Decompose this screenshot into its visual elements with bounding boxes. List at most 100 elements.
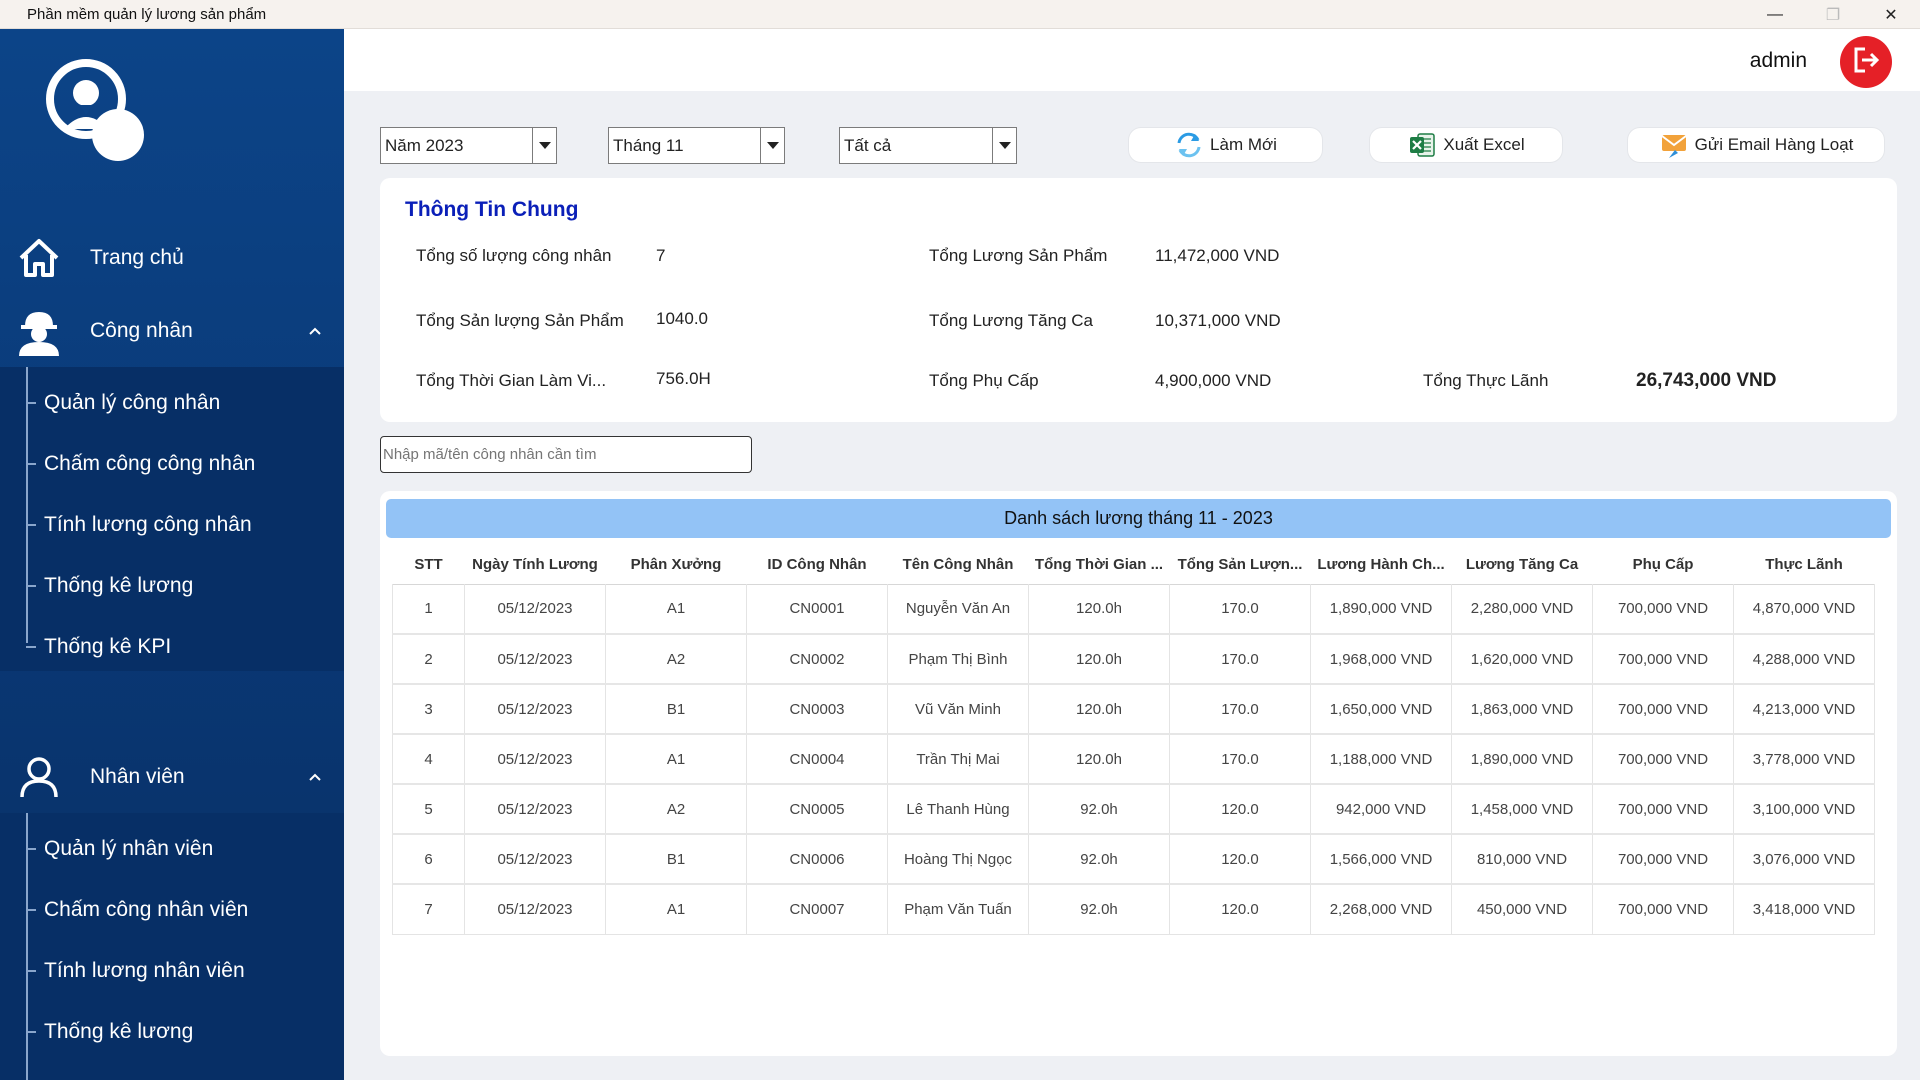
table-cell: A1 — [605, 583, 747, 635]
sidebar-item-home[interactable]: Trang chủ — [0, 227, 344, 289]
table-row[interactable]: 3 05/12/2023 B1 CN0003 Vũ Văn Minh 120.0h 170.… — [392, 683, 1875, 735]
table-cell: Hoàng Thị Ngọc — [887, 833, 1029, 885]
dropdown-arrow-icon[interactable] — [760, 128, 784, 163]
table-cell: 92.0h — [1028, 783, 1170, 835]
table-cell: 120.0h — [1028, 733, 1170, 785]
table-cell: 1,968,000 VND — [1310, 633, 1452, 685]
total-workers-value: 7 — [656, 246, 666, 265]
column-header[interactable]: Tên Công Nhân — [888, 546, 1029, 584]
table-row[interactable]: 6 05/12/2023 B1 CN0006 Hoàng Thị Ngọc 92.0h 12… — [392, 833, 1875, 885]
allowance-value: 4,900,000 VND — [1155, 371, 1272, 390]
year-select[interactable]: Năm 2023 — [380, 127, 557, 164]
dropdown-arrow-icon[interactable] — [992, 128, 1016, 163]
export-excel-button[interactable]: Xuất Excel — [1370, 128, 1562, 162]
sidebar-item-kpi-stats[interactable]: Thống kê KPI — [0, 617, 344, 677]
year-select-value: Năm 2023 — [385, 136, 464, 155]
table-cell: 700,000 VND — [1592, 783, 1734, 835]
bulk-email-button[interactable]: Gửi Email Hàng Loạt — [1628, 128, 1884, 162]
logout-button[interactable] — [1840, 36, 1892, 88]
table-cell: 05/12/2023 — [464, 633, 606, 685]
column-header[interactable]: STT — [393, 546, 465, 584]
worker-helmet-icon — [16, 308, 62, 356]
sidebar-item-label: Nhân viên — [90, 765, 185, 788]
minimize-button[interactable]: — — [1746, 0, 1804, 29]
chevron-up-icon — [308, 764, 322, 788]
table-cell: 1,863,000 VND — [1451, 683, 1593, 735]
maximize-button[interactable]: ❐ — [1804, 0, 1862, 29]
sidebar-item-manage-workers[interactable]: Quản lý công nhân — [0, 373, 344, 433]
sidebar-group-workers[interactable]: Công nhân — [0, 300, 344, 362]
column-header[interactable]: Lương Hành Ch... — [1311, 546, 1452, 584]
table-row[interactable]: 7 05/12/2023 A1 CN0007 Phạm Văn Tuấn 92.0h 120… — [392, 883, 1875, 935]
table-row[interactable]: 2 05/12/2023 A2 CN0002 Phạm Thị Bình 120.0h 17… — [392, 633, 1875, 685]
month-select-value: Tháng 11 — [613, 136, 684, 155]
table-row[interactable]: 4 05/12/2023 A1 CN0004 Trần Thị Mai 120.0h 170… — [392, 733, 1875, 785]
table-cell: 700,000 VND — [1592, 733, 1734, 785]
table-cell: 2,268,000 VND — [1310, 883, 1452, 935]
table-cell: Trần Thị Mai — [887, 733, 1029, 785]
column-header[interactable]: ID Công Nhân — [747, 546, 888, 584]
table-cell: 120.0 — [1169, 883, 1311, 935]
table-cell: 1,890,000 VND — [1451, 733, 1593, 785]
refresh-button[interactable]: Làm Mới — [1129, 128, 1322, 162]
table-cell: Phạm Thị Bình — [887, 633, 1029, 685]
table-row[interactable]: 5 05/12/2023 A2 CN0005 Lê Thanh Hùng 92.0h 120… — [392, 783, 1875, 835]
total-hours-value: 756.0H — [656, 369, 711, 388]
column-header[interactable]: Tổng Thời Gian ... — [1029, 546, 1170, 584]
column-header[interactable]: Ngày Tính Lương — [465, 546, 606, 584]
table-row[interactable]: 1 05/12/2023 A1 CN0001 Nguyễn Văn An 120.0h 17… — [392, 583, 1875, 635]
table-cell: 05/12/2023 — [464, 883, 606, 935]
table-cell: 170.0 — [1169, 733, 1311, 785]
table-cell: 4,213,000 VND — [1733, 683, 1875, 735]
sidebar-item-worker-payroll[interactable]: Tính lương công nhân — [0, 495, 344, 555]
table-cell: 1,566,000 VND — [1310, 833, 1452, 885]
table-cell: Vũ Văn Minh — [887, 683, 1029, 735]
table-cell: A1 — [605, 883, 747, 935]
table-cell: 170.0 — [1169, 583, 1311, 635]
table-cell: 810,000 VND — [1451, 833, 1593, 885]
month-select[interactable]: Tháng 11 — [608, 127, 785, 164]
table-cell: Lê Thanh Hùng — [887, 783, 1029, 835]
sidebar-item-worker-salary-stats[interactable]: Thống kê lương — [0, 556, 344, 616]
home-icon — [16, 235, 62, 281]
sidebar-item-manage-staff[interactable]: Quản lý nhân viên — [0, 819, 344, 879]
window-title: Phần mềm quản lý lương sản phẩm — [27, 5, 267, 23]
close-button[interactable]: ✕ — [1862, 0, 1920, 29]
sidebar-group-staff[interactable]: Nhân viên — [0, 746, 344, 808]
table-cell: 700,000 VND — [1592, 583, 1734, 635]
app-logo-icon — [46, 57, 156, 167]
table-cell: CN0006 — [746, 833, 888, 885]
column-header[interactable]: Lương Tăng Ca — [1452, 546, 1593, 584]
search-input[interactable] — [380, 436, 752, 473]
table-header-row: STT Ngày Tính Lương Phân Xưởng ID Công N… — [393, 546, 1875, 584]
column-header[interactable]: Phụ Cấp — [1593, 546, 1734, 584]
table-cell: CN0003 — [746, 683, 888, 735]
table-cell: 4 — [392, 733, 465, 785]
workshop-select-value: Tất cả — [844, 136, 892, 155]
sidebar-item-label: Quản lý công nhân — [44, 391, 221, 414]
sidebar-item-staff-attendance[interactable]: Chấm công nhân viên — [0, 880, 344, 940]
total-hours-label: Tổng Thời Gian Làm Vi... — [416, 371, 607, 390]
table-cell: B1 — [605, 833, 747, 885]
sidebar-item-worker-attendance[interactable]: Chấm công công nhân — [0, 434, 344, 494]
table-cell: CN0005 — [746, 783, 888, 835]
sidebar-item-staff-salary-stats[interactable]: Thống kê lương — [0, 1002, 344, 1062]
table-cell: B1 — [605, 683, 747, 735]
table-cell: 120.0h — [1028, 583, 1170, 635]
table-cell: 05/12/2023 — [464, 783, 606, 835]
table-cell: 1,458,000 VND — [1451, 783, 1593, 835]
sidebar-item-staff-payroll[interactable]: Tính lương nhân viên — [0, 941, 344, 1001]
table-cell: 700,000 VND — [1592, 683, 1734, 735]
dropdown-arrow-icon[interactable] — [532, 128, 556, 163]
column-header[interactable]: Phân Xưởng — [606, 546, 747, 584]
table-cell: 700,000 VND — [1592, 883, 1734, 935]
table-cell: 120.0 — [1169, 833, 1311, 885]
table-cell: 3,100,000 VND — [1733, 783, 1875, 835]
column-header[interactable]: Tổng Sản Lượn... — [1170, 546, 1311, 584]
table-cell: 1,188,000 VND — [1310, 733, 1452, 785]
workshop-select[interactable]: Tất cả — [839, 127, 1017, 164]
table-cell: 942,000 VND — [1310, 783, 1452, 835]
table-cell: 3 — [392, 683, 465, 735]
table-cell: 1,890,000 VND — [1310, 583, 1452, 635]
column-header[interactable]: Thực Lãnh — [1734, 546, 1875, 584]
